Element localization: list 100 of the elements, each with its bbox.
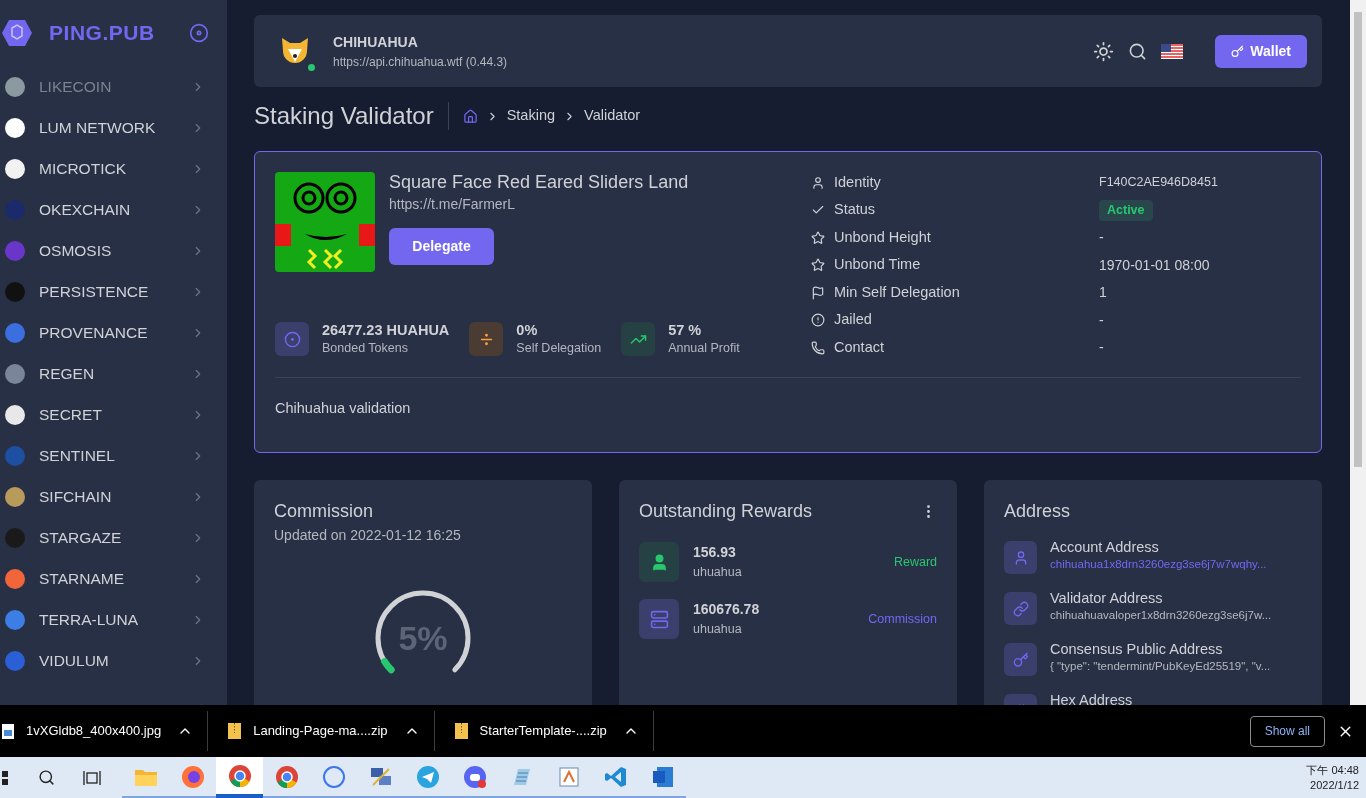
sidebar-item-label: TERRA-LUNA <box>39 609 139 630</box>
sidebar-item-label: SIFCHAIN <box>39 486 112 507</box>
stat-value: 57 % <box>668 321 703 339</box>
sidebar-item[interactable]: STARGAZE <box>0 517 227 558</box>
address-label: Consensus Public Address <box>1050 641 1224 658</box>
sidebar-item-label: MICROTICK <box>39 158 126 179</box>
sidebar-item-label: SENTINEL <box>39 445 115 466</box>
sidebar-item[interactable]: STARNAME <box>0 558 227 599</box>
stat-label: Bonded Tokens <box>322 340 409 357</box>
sidebar-item-label: STARNAME <box>39 568 124 589</box>
settings-icon[interactable] <box>189 23 209 43</box>
address-label: Validator Address <box>1050 590 1164 607</box>
sidebar-item[interactable]: LUM NETWORK <box>0 107 227 148</box>
validator-description: Chihuahua validation <box>275 398 412 418</box>
info-value: - <box>1099 310 1104 330</box>
address-label: Hex Address <box>1050 692 1133 705</box>
zip-file-icon <box>228 723 242 739</box>
key-icon <box>1012 651 1029 668</box>
reward-tag: Commission <box>868 609 937 629</box>
document-icon <box>650 764 675 789</box>
scrollbar[interactable] <box>1350 0 1366 705</box>
sidebar-item[interactable]: OSMOSIS <box>0 230 227 271</box>
sidebar-item-label: LIKECOIN <box>39 76 112 97</box>
breadcrumb-link[interactable]: Staking <box>506 105 556 127</box>
sidebar-item[interactable]: SENTINEL <box>0 435 227 476</box>
sidebar-item-label: PROVENANCE <box>39 322 148 343</box>
sidebar-item[interactable]: PROVENANCE <box>0 312 227 353</box>
info-label: Status <box>834 200 877 220</box>
clock-date: 2022/1/12 <box>1310 777 1359 793</box>
task-view-icon[interactable] <box>83 769 101 786</box>
server-icon <box>649 609 669 629</box>
sidebar-item-label: LUM NETWORK <box>39 117 156 138</box>
file-name: StarterTemplate-....zip <box>479 722 607 741</box>
info-label: Identity <box>834 172 882 192</box>
sidebar-item-label: STARGAZE <box>39 527 122 548</box>
info-label: Jailed <box>834 310 873 330</box>
stat-label: Self Delegation <box>516 340 602 357</box>
hexagon-logo-icon <box>2 19 32 47</box>
page-title: Staking Validator <box>254 101 434 131</box>
endpoint-url: https://api.chihuahua.wtf (0.44.3) <box>333 53 508 71</box>
sidebar-item[interactable]: SECRET <box>0 394 227 435</box>
home-icon[interactable] <box>462 108 478 124</box>
status-badge: Active <box>1099 199 1153 221</box>
download-item[interactable]: 1vXGldb8_400x400.jpg <box>0 711 209 751</box>
brand-name: PING.PUB <box>49 20 155 47</box>
gauge-fill <box>381 658 395 674</box>
file-name: Landing-Page-ma....zip <box>253 722 388 741</box>
sidebar-item[interactable]: MICROTICK <box>0 148 227 189</box>
breadcrumb-link[interactable]: Validator <box>584 105 641 127</box>
show-all-button[interactable]: Show all <box>1249 715 1325 747</box>
user-icon <box>811 175 825 190</box>
info-value: 1970-01-01 08:00 <box>1099 255 1210 275</box>
info-label: Contact <box>834 337 885 357</box>
delegate-button[interactable]: Delegate <box>389 228 494 265</box>
info-value: - <box>1099 228 1104 248</box>
download-item[interactable]: Landing-Page-ma....zip <box>226 711 435 751</box>
sidebar-item[interactable]: PERSISTENCE <box>0 271 227 312</box>
paint-icon <box>556 764 581 789</box>
validator-website[interactable]: https://t.me/FarmerL <box>389 194 516 215</box>
sidebar-item[interactable]: TERRA-LUNA <box>0 599 227 640</box>
sidebar-item-label: OSMOSIS <box>39 240 112 261</box>
sidebar-item-label: REGEN <box>39 363 95 384</box>
info-label: Unbond Time <box>834 255 922 275</box>
info-value: 1 <box>1099 283 1107 303</box>
card-title: Address <box>1004 500 1072 523</box>
sidebar-item[interactable]: REGEN <box>0 353 227 394</box>
reward-denom: uhuahua <box>693 564 742 582</box>
sidebar-item[interactable]: VIDULUM <box>0 640 227 681</box>
taskbar-app[interactable] <box>216 757 263 798</box>
wallet-button[interactable]: Wallet <box>1215 34 1307 68</box>
reward-denom: uhuahua <box>693 621 743 639</box>
download-item[interactable]: StarterTemplate-....zip <box>452 711 654 751</box>
sidebar-item-label: OKEXCHAIN <box>39 199 131 220</box>
search-icon[interactable] <box>1128 41 1148 61</box>
sidebar-item[interactable]: SIFCHAIN <box>0 476 227 517</box>
clock-time: 下午 04:48 <box>1306 762 1359 778</box>
file-name: 1vXGldb8_400x400.jpg <box>26 722 162 741</box>
reward-amount: 156.93 <box>693 543 737 563</box>
theme-toggle-icon[interactable] <box>1093 40 1115 62</box>
target-icon <box>283 330 301 348</box>
fox-browser-icon <box>180 764 205 789</box>
stat-value: 0% <box>516 321 539 339</box>
info-value: - <box>1099 338 1104 358</box>
flag-icon[interactable] <box>1161 43 1184 59</box>
browser-icon <box>227 763 252 788</box>
validator-name: Square Face Red Eared Sliders Land <box>389 172 689 192</box>
alert-icon <box>811 313 825 328</box>
zip-file-icon <box>454 723 468 739</box>
paper-plane-icon <box>415 764 440 789</box>
sidebar-item-label: VIDULUM <box>39 650 109 671</box>
chat-icon <box>321 764 346 789</box>
address-value: { "type": "tendermint/PubKeyEd25519", "v... <box>1050 659 1271 674</box>
star-icon <box>811 230 825 245</box>
gamepad-icon <box>462 764 487 789</box>
sidebar-item[interactable]: OKEXCHAIN <box>0 189 227 230</box>
address-label: Account Address <box>1050 539 1160 556</box>
search-icon[interactable] <box>38 769 55 786</box>
card-title: Commission <box>274 500 375 523</box>
phone-icon <box>811 340 825 355</box>
chain-name: CHIHUAHUA <box>333 32 419 52</box>
